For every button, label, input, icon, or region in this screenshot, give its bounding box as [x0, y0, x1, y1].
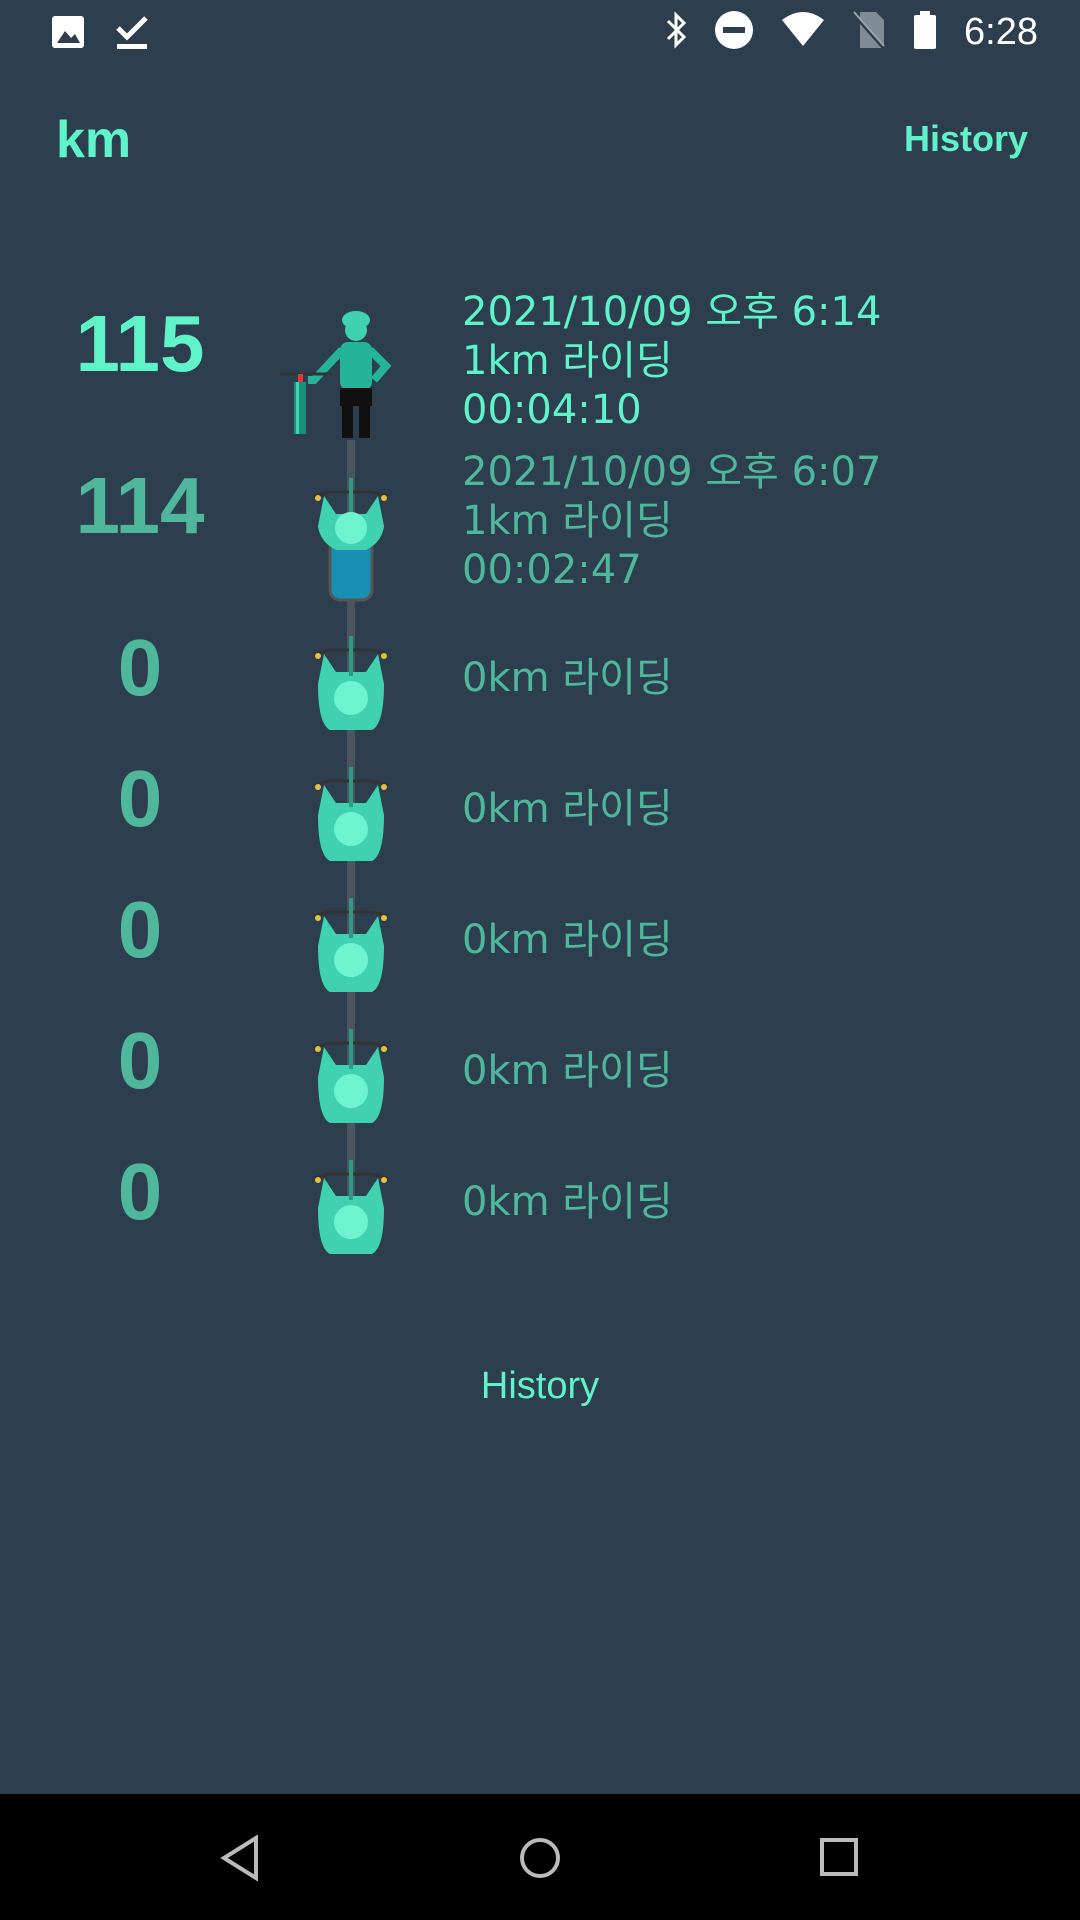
- do-not-disturb-icon: [714, 10, 754, 54]
- rider-cyclist-icon: [310, 898, 392, 998]
- ride-date: 2021/10/09 오후 6:07: [462, 449, 882, 495]
- rider-cyclist-icon: [310, 478, 392, 606]
- history-button[interactable]: History: [904, 118, 1028, 160]
- ride-date: 2021/10/09 오후 6:14: [462, 289, 882, 335]
- battery-icon: [912, 10, 938, 54]
- rider-cyclist-icon: [310, 1160, 392, 1260]
- download-done-icon: [114, 12, 150, 56]
- rider-cyclist-icon: [310, 767, 392, 867]
- back-icon[interactable]: [218, 1834, 262, 1886]
- rider-standing-icon: [278, 302, 398, 446]
- page-title: km: [56, 111, 132, 169]
- ride-km: 0: [117, 885, 163, 974]
- ride-distance: 0km 라이딩: [462, 1048, 673, 1094]
- navigation-bar: [0, 1794, 1080, 1920]
- ride-duration: 00:04:10: [462, 387, 642, 433]
- ride-distance: 1km 라이딩: [462, 338, 673, 384]
- status-time: 6:28: [964, 11, 1038, 53]
- ride-distance: 0km 라이딩: [462, 917, 673, 963]
- bluetooth-icon: [664, 10, 688, 54]
- ride-distance: 1km 라이딩: [462, 498, 673, 544]
- rider-cyclist-icon: [310, 1029, 392, 1129]
- ride-km: 0: [117, 754, 163, 843]
- ride-km: 114: [75, 461, 205, 550]
- home-icon[interactable]: [518, 1834, 562, 1886]
- ride-distance: 0km 라이딩: [462, 786, 673, 832]
- history-link[interactable]: History: [0, 1365, 1080, 1408]
- wifi-icon: [780, 10, 826, 54]
- ride-km: 115: [75, 299, 205, 388]
- ride-duration: 00:02:47: [462, 547, 642, 593]
- ride-km: 0: [117, 1147, 163, 1236]
- ride-km: 0: [117, 623, 163, 712]
- recents-icon[interactable]: [818, 1834, 862, 1886]
- rider-cyclist-icon: [310, 636, 392, 736]
- no-sim-icon: [852, 10, 886, 54]
- ride-distance: 0km 라이딩: [462, 655, 673, 701]
- ride-distance: 0km 라이딩: [462, 1179, 673, 1225]
- ride-km: 0: [117, 1016, 163, 1105]
- app-bar: km History: [0, 100, 1080, 190]
- image-icon: [50, 12, 86, 56]
- status-bar: 6:28: [0, 0, 1080, 64]
